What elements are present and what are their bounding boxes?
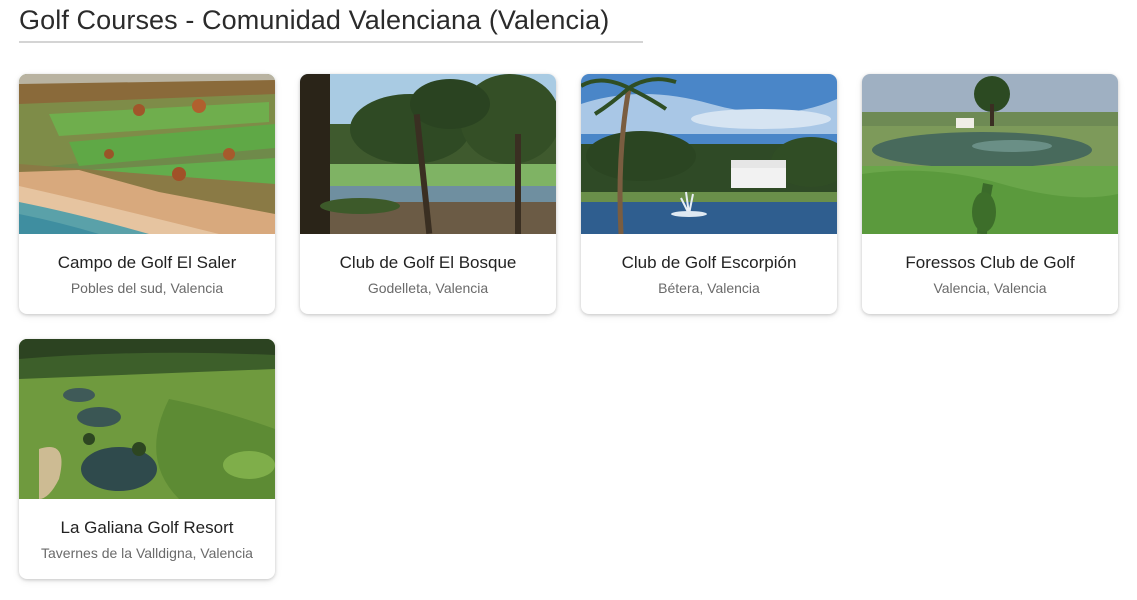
course-name[interactable]: Club de Golf Escorpión: [581, 253, 837, 273]
course-name[interactable]: La Galiana Golf Resort: [19, 518, 275, 538]
course-photo[interactable]: [300, 74, 556, 234]
aerial-valley-lakes-golf-photo: [19, 339, 275, 499]
course-grid: Campo de Golf El Saler Pobles del sud, V…: [19, 74, 1118, 579]
course-location: Valencia, Valencia: [933, 280, 1047, 296]
course-card[interactable]: Club de Golf Escorpión Bétera, Valencia: [581, 74, 837, 314]
course-name[interactable]: Campo de Golf El Saler: [19, 253, 275, 273]
course-location: Bétera, Valencia: [658, 280, 760, 296]
page-header: Golf Courses - Comunidad Valenciana (Val…: [19, 2, 643, 43]
course-location: Tavernes de la Valldigna, Valencia: [41, 545, 253, 561]
course-photo[interactable]: [19, 74, 275, 234]
course-name[interactable]: Club de Golf El Bosque: [300, 253, 556, 273]
pine-framed-lake-golf-photo: [300, 74, 556, 234]
course-location: Godelleta, Valencia: [367, 280, 489, 296]
pond-tree-green-photo: [862, 74, 1118, 234]
title-underline: [19, 41, 643, 43]
course-name[interactable]: Foressos Club de Golf: [862, 253, 1118, 273]
course-photo[interactable]: [19, 339, 275, 499]
course-photo[interactable]: [581, 74, 837, 234]
course-card[interactable]: La Galiana Golf Resort Tavernes de la Va…: [19, 339, 275, 579]
course-card[interactable]: Club de Golf El Bosque Godelleta, Valenc…: [300, 74, 556, 314]
course-photo[interactable]: [862, 74, 1118, 234]
palm-lake-fountain-clubhouse-photo: [581, 74, 837, 234]
course-card[interactable]: Foressos Club de Golf Valencia, Valencia: [862, 74, 1118, 314]
page-title: Golf Courses - Comunidad Valenciana (Val…: [19, 5, 610, 35]
course-location: Pobles del sud, Valencia: [70, 280, 224, 296]
aerial-coastal-golf-course-photo: [19, 74, 275, 234]
course-card[interactable]: Campo de Golf El Saler Pobles del sud, V…: [19, 74, 275, 314]
